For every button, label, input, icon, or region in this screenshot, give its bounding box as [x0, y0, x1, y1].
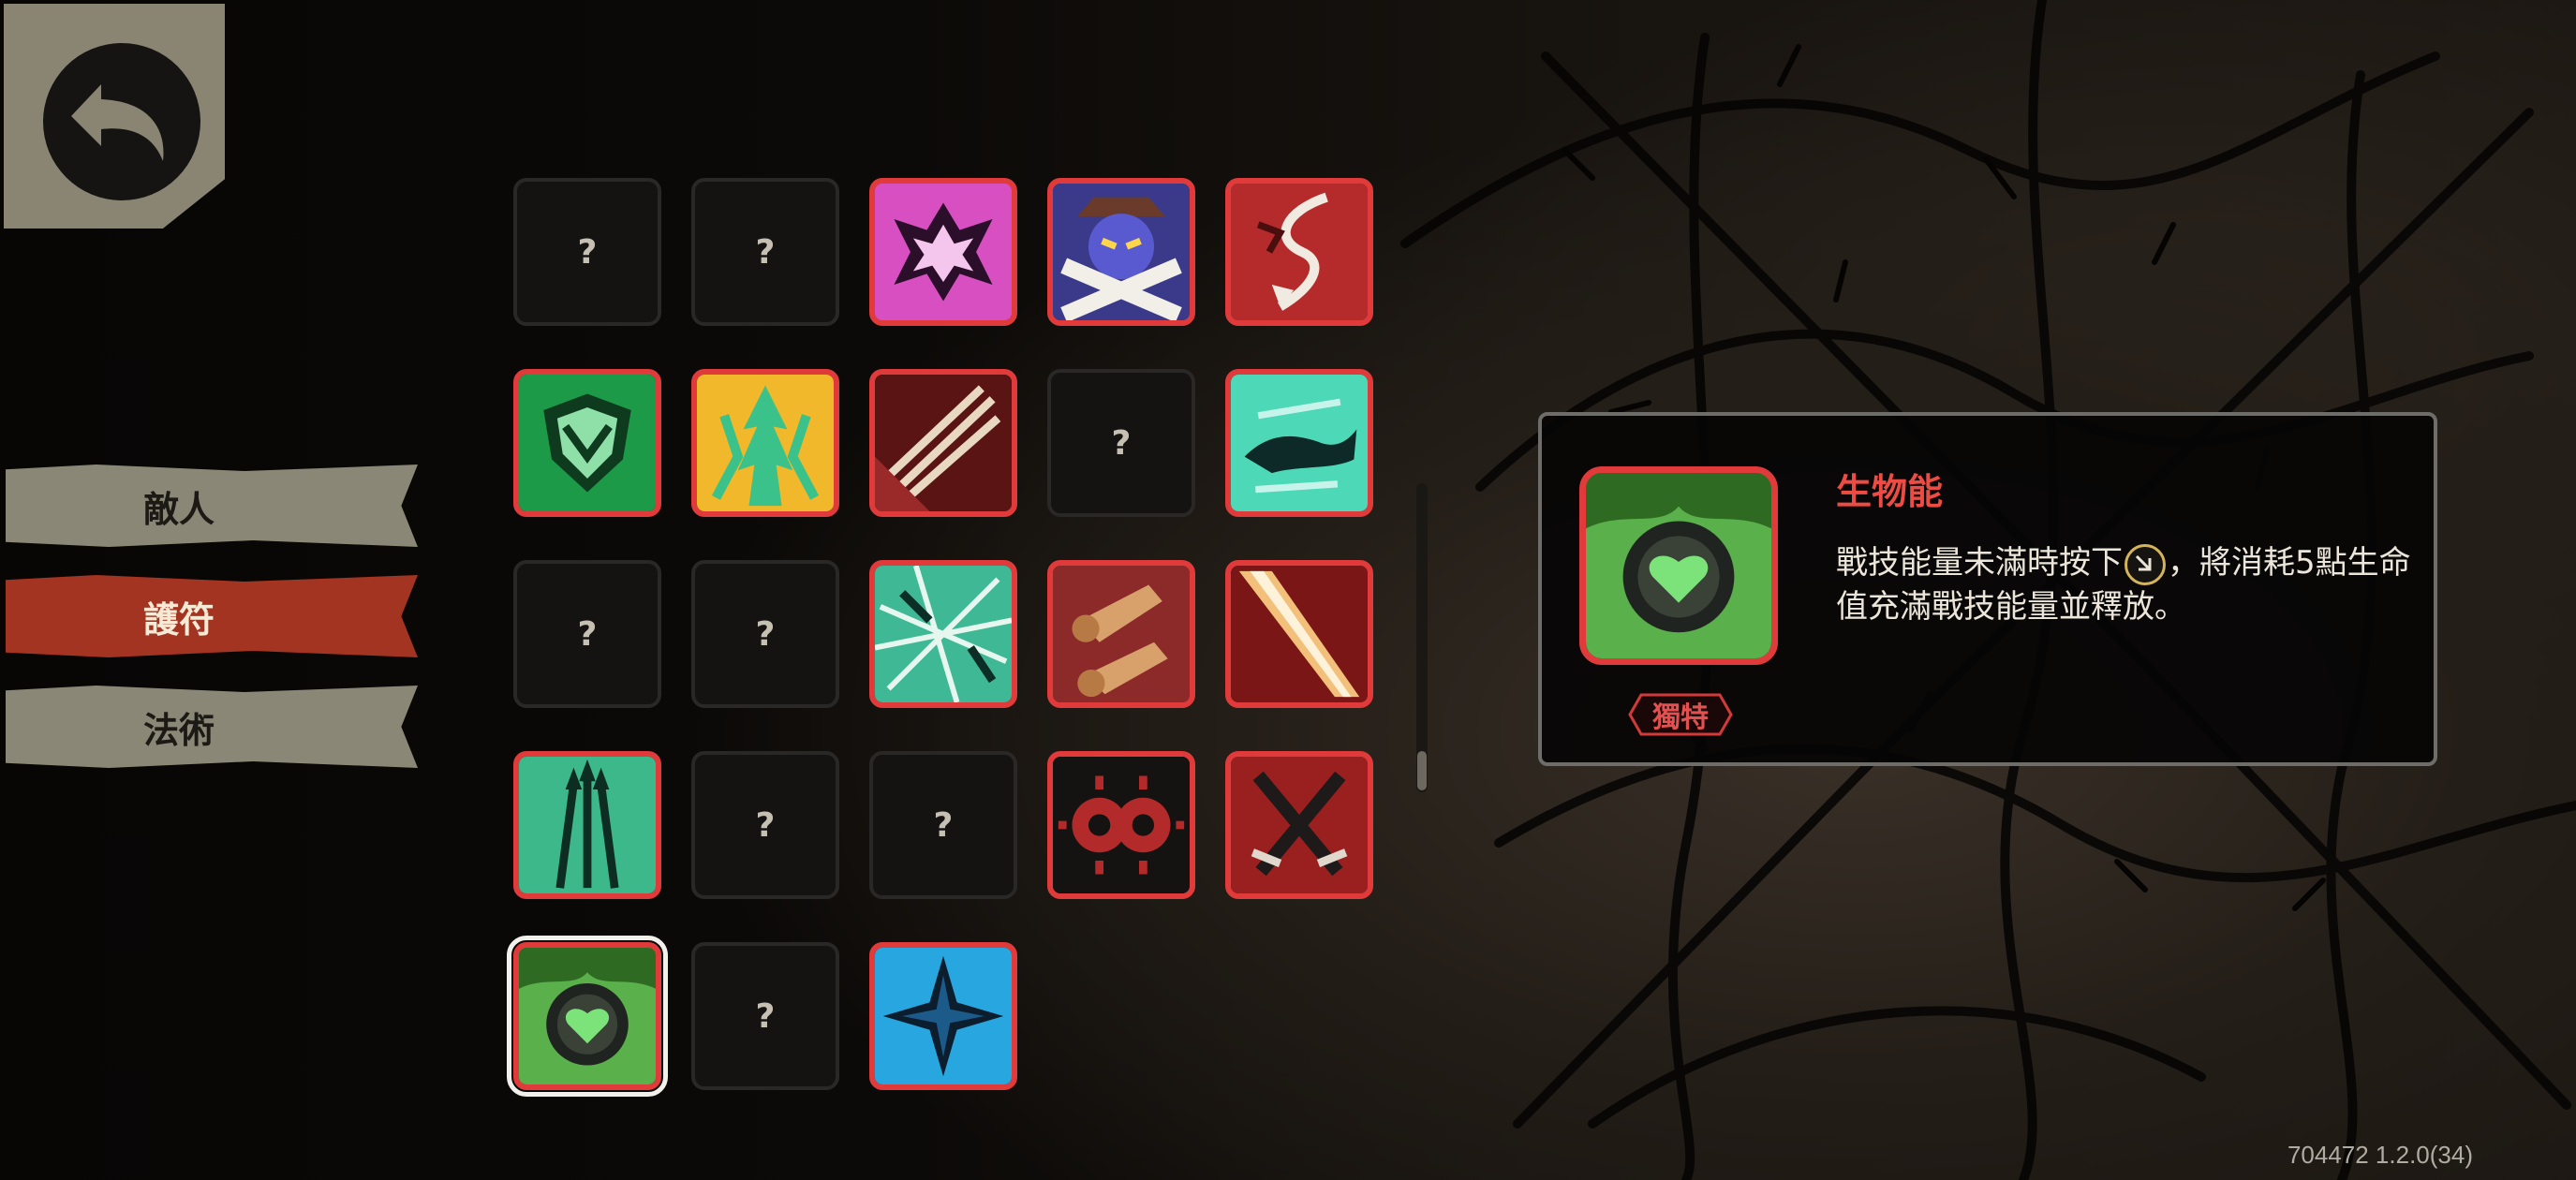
charm-slot-green-shield[interactable] — [513, 369, 661, 517]
grid-scrollbar-track[interactable] — [1416, 483, 1428, 792]
rarity-label: 獨特 — [1652, 701, 1709, 734]
locked-charm-slot[interactable]: ? — [691, 942, 839, 1090]
charm-slot-bio-heart[interactable] — [507, 936, 668, 1097]
charm-detail-panel: 獨特 生物能 戰技能量未滿時按下 ，將消耗5點生命值充滿戰技能量並釋放。 — [1538, 412, 2437, 766]
question-mark: ? — [755, 232, 776, 272]
back-arrow-icon — [43, 43, 200, 200]
version-label: 704472 1.2.0(34) — [2287, 1141, 2473, 1169]
pink-crest-icon — [875, 184, 1012, 320]
locked-charm-slot[interactable]: ? — [691, 178, 839, 326]
question-mark: ? — [755, 805, 776, 845]
charm-slot-red-lightning[interactable] — [1225, 178, 1373, 326]
tab-spells[interactable]: 法術 — [6, 686, 418, 768]
purple-demon-icon — [1053, 184, 1190, 320]
locked-charm-slot[interactable]: ? — [869, 751, 1017, 899]
bio-heart-icon — [519, 948, 656, 1084]
charm-slot-pink-crest[interactable] — [869, 178, 1017, 326]
question-mark: ? — [755, 996, 776, 1036]
charm-slot-claw-slash[interactable] — [869, 369, 1017, 517]
charm-slot-crossed-swords[interactable] — [1225, 751, 1373, 899]
bio-heart-icon — [1586, 473, 1771, 658]
question-mark: ? — [1111, 423, 1132, 463]
grid-scrollbar-thumb[interactable] — [1417, 751, 1427, 790]
question-mark: ? — [577, 614, 598, 654]
charm-slot-spiked-rings[interactable] — [1047, 751, 1195, 899]
claw-slash-icon — [875, 375, 1012, 511]
question-mark: ? — [933, 805, 954, 845]
charm-slot-light-beam[interactable] — [1225, 560, 1373, 708]
detail-charm-icon — [1579, 466, 1778, 665]
locked-charm-slot[interactable]: ? — [691, 560, 839, 708]
spiked-rings-icon — [1053, 757, 1190, 893]
tab-charms[interactable]: 護符 — [6, 575, 418, 657]
charm-slot-teal-cracks[interactable] — [869, 560, 1017, 708]
locked-charm-slot[interactable]: ? — [691, 751, 839, 899]
charm-slot-fists[interactable] — [1047, 560, 1195, 708]
description-text-part1: 戰技能量未滿時按下 — [1836, 544, 2123, 582]
fists-icon — [1053, 566, 1190, 702]
charm-slot-triple-spear[interactable] — [513, 751, 661, 899]
charm-slot-purple-demon[interactable] — [1047, 178, 1195, 326]
question-mark: ? — [577, 232, 598, 272]
charm-description: 戰技能量未滿時按下 ，將消耗5點生命值充滿戰技能量並釋放。 — [1836, 541, 2417, 628]
charm-slot-blue-star[interactable] — [869, 942, 1017, 1090]
green-shield-icon — [519, 375, 656, 511]
charm-slot-teal-dragon[interactable] — [1225, 369, 1373, 517]
golden-arrows-icon — [697, 375, 834, 511]
locked-charm-slot[interactable]: ? — [513, 178, 661, 326]
question-mark: ? — [755, 614, 776, 654]
charm-title: 生物能 — [1836, 471, 1944, 512]
light-beam-icon — [1231, 566, 1368, 702]
rarity-badge: 獨特 — [1628, 691, 1733, 738]
red-lightning-icon — [1231, 184, 1368, 320]
teal-cracks-icon — [875, 566, 1012, 702]
dash-skill-icon — [2124, 543, 2166, 585]
charm-grid: ? ? ? ? ? ? ? ? — [507, 178, 1375, 1097]
locked-charm-slot[interactable]: ? — [513, 560, 661, 708]
back-button[interactable] — [4, 4, 225, 229]
tab-enemies[interactable]: 敵人 — [6, 465, 418, 547]
locked-charm-slot[interactable]: ? — [1047, 369, 1195, 517]
triple-spear-icon — [519, 757, 656, 893]
teal-dragon-icon — [1231, 375, 1368, 511]
tab-label: 法術 — [142, 709, 215, 751]
crossed-swords-icon — [1231, 757, 1368, 893]
tab-label: 敵人 — [142, 488, 215, 530]
tab-label: 護符 — [142, 598, 215, 641]
blue-star-icon — [875, 948, 1012, 1084]
charm-slot-golden-arrows[interactable] — [691, 369, 839, 517]
